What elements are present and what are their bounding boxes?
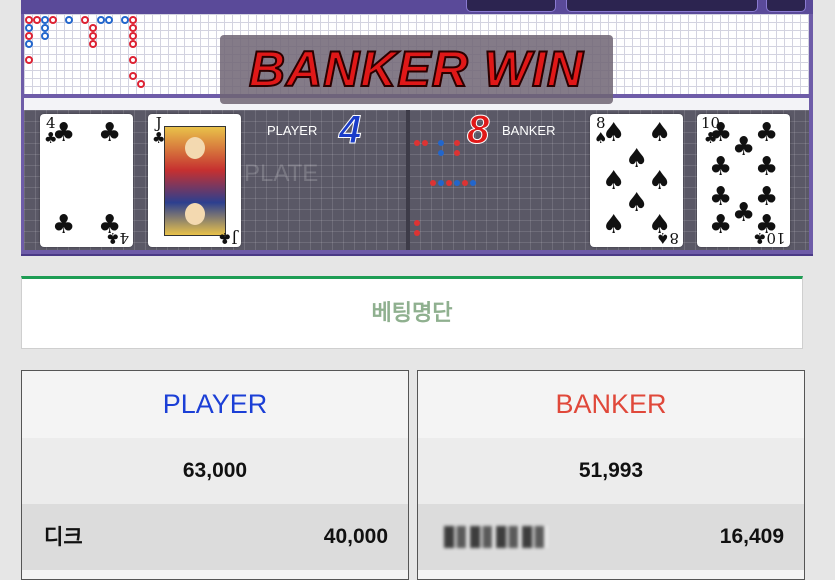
plate-watermark: PLATE xyxy=(244,160,319,187)
banker-score-label: BANKER xyxy=(502,123,556,138)
player-score: 4 xyxy=(338,108,362,153)
road-dot xyxy=(41,32,49,40)
road-dot xyxy=(129,24,137,32)
road-dot xyxy=(65,16,73,24)
bet-amount: 16,409 xyxy=(719,525,784,548)
result-banner: BANKER WIN xyxy=(220,35,613,104)
list-item: 디크 40,000 xyxy=(22,504,408,570)
bettor-name: 디크 xyxy=(44,525,83,549)
player-total-amount: 63,000 xyxy=(22,438,408,504)
card-8-of-spades: 8 ♠ ♠ ♠ ♠ ♠ ♠ ♠ ♠ ♠ 8♠ xyxy=(590,114,683,247)
road-dot xyxy=(129,72,137,80)
road-dot xyxy=(129,32,137,40)
jack-court-art xyxy=(164,126,226,236)
road-dot xyxy=(25,56,33,64)
banker-total-amount: 51,993 xyxy=(418,438,804,504)
road-dot xyxy=(129,56,137,64)
list-item: 16,409 xyxy=(418,504,804,570)
road-dot xyxy=(121,16,129,24)
road-dot xyxy=(41,24,49,32)
player-bet-column: PLAYER 63,000 디크 40,000 xyxy=(21,370,409,580)
baccarat-game-board: PLATE PLAYER 4 8 BANKER 4 ♣ ♣ ♣ ♣ ♣ 4♣ J… xyxy=(21,0,813,256)
player-column-header: PLAYER xyxy=(22,371,408,439)
road-dot xyxy=(25,24,33,32)
road-dot xyxy=(129,40,137,48)
banker-bet-column: BANKER 51,993 16,409 xyxy=(417,370,805,580)
road-dot xyxy=(129,16,137,24)
card-jack-of-clubs: J ♣ J♣ xyxy=(148,114,241,247)
game-top-bar xyxy=(21,0,813,14)
road-dot xyxy=(89,32,97,40)
bet-list-header: 베팅명단 xyxy=(21,276,803,349)
top-bar-button[interactable] xyxy=(566,0,758,12)
bet-amount: 40,000 xyxy=(323,525,388,548)
bet-list-title: 베팅명단 xyxy=(371,301,453,326)
road-dot xyxy=(49,16,57,24)
road-dot xyxy=(105,16,113,24)
road-dot xyxy=(33,16,41,24)
road-dot xyxy=(25,40,33,48)
road-dot xyxy=(97,16,105,24)
road-dot xyxy=(89,40,97,48)
top-bar-button[interactable] xyxy=(466,0,556,12)
card-table: PLATE xyxy=(24,110,809,250)
player-score-label: PLAYER xyxy=(267,123,318,138)
road-dot xyxy=(41,16,49,24)
censored-bettor-name xyxy=(444,526,548,548)
banker-column-header: BANKER xyxy=(418,371,804,439)
result-banner-text: BANKER WIN xyxy=(248,40,584,98)
road-dot xyxy=(81,16,89,24)
banker-score: 8 xyxy=(466,108,490,153)
road-dot xyxy=(25,32,33,40)
road-dot xyxy=(137,80,145,88)
card-4-of-clubs: 4 ♣ ♣ ♣ ♣ ♣ 4♣ xyxy=(40,114,133,247)
road-dot xyxy=(25,16,33,24)
top-bar-button[interactable] xyxy=(766,0,806,12)
road-dot xyxy=(89,24,97,32)
card-10-of-clubs: 10 ♣ ♣ ♣ ♣ ♣ ♣ ♣ ♣ ♣ ♣ ♣ 10♣ xyxy=(697,114,790,247)
